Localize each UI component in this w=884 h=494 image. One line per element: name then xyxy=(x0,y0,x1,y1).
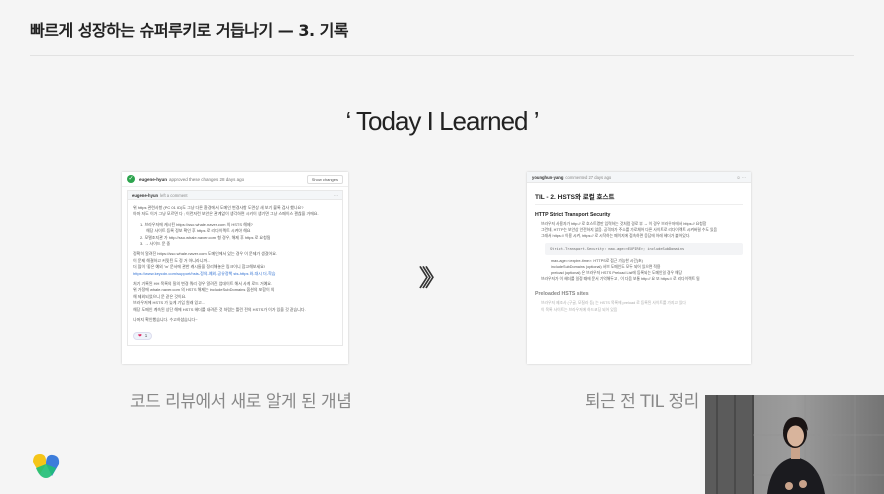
brand-logo-icon xyxy=(33,454,60,478)
commenter-name[interactable]: eugene-hyun xyxy=(132,193,158,198)
slide-title: 빠르게 성장하는 슈퍼루키로 거듭나기 — 3. 기록 xyxy=(30,21,349,40)
more-options-icon[interactable]: ☺ ··· xyxy=(736,175,746,180)
note-bullet: 이 목록 사이트는 브라우저에 하드코딩 되어 있음 xyxy=(541,307,743,313)
note-author[interactable]: younghun-yang xyxy=(532,175,563,180)
note-title: TIL - 2. HSTS와 로컬 호스트 xyxy=(535,191,743,205)
til-heading: ‘ Today I Learned ’ xyxy=(345,106,540,136)
review-action: approved these changes 28 days ago xyxy=(169,176,245,182)
comment-body: 위 https 관련사항 (PC 01 ID)도 그냥 다른 환경에서 도메인 … xyxy=(127,200,343,346)
caption-til: 퇴근 전 TIL 정리 xyxy=(585,392,699,412)
comment-line: 나머지 확인했습니다. 수고하셨습니다~ xyxy=(133,317,198,323)
code-review-card: ✓ eugene-hyun approved these changes 28 … xyxy=(122,172,348,364)
heart-icon: ❤ xyxy=(138,332,142,338)
section-heading-hsts: HTTP Strict Transport Security xyxy=(535,212,611,218)
comment-meta: left a comment xyxy=(160,192,188,198)
til-note-card: younghun-yang commented 27 days ago ☺ ··… xyxy=(527,172,751,364)
note-header: younghun-yang commented 27 days ago ☺ ··… xyxy=(527,172,751,183)
presenter-video xyxy=(705,395,884,494)
section-heading-preload: Preloaded HSTS sites xyxy=(535,291,589,298)
arrows-icon: 〉〉〉 xyxy=(418,264,448,292)
caption-code-review: 코드 리뷰에서 새로 알게 된 개념 xyxy=(130,392,352,412)
show-changes-button[interactable]: Show changes xyxy=(306,174,343,184)
note-meta: commented 27 days ago xyxy=(565,174,612,180)
hsts-code-block: Strict-Transport-Security: max-age=<EXPI… xyxy=(545,242,743,255)
comment-header: eugene-hyun left a comment ··· xyxy=(127,190,343,200)
reaction-count: 1 xyxy=(144,332,148,338)
reviewer-name[interactable]: eugene-hyun xyxy=(139,177,167,182)
more-options-icon[interactable]: ··· xyxy=(334,193,338,198)
title-divider xyxy=(30,55,854,56)
heart-reaction-button[interactable]: ❤ 1 xyxy=(133,331,153,340)
note-bullet: 그래서 https:// 이용 시켜, https:// 로 시작하는 페이지에… xyxy=(541,233,743,239)
approved-check-icon: ✓ xyxy=(127,175,135,183)
review-header: ✓ eugene-hyun approved these changes 28 … xyxy=(122,172,348,187)
comment-line: 아마 저도 이거 그냥 모르면 다 ; 이런저런 보안은 관계없이 생각하면 시… xyxy=(133,211,319,217)
note-bullet: 브라우저가 이 헤더를 일정 때에 문서 기억해두고 , 이 다음 보통 htt… xyxy=(541,276,743,282)
